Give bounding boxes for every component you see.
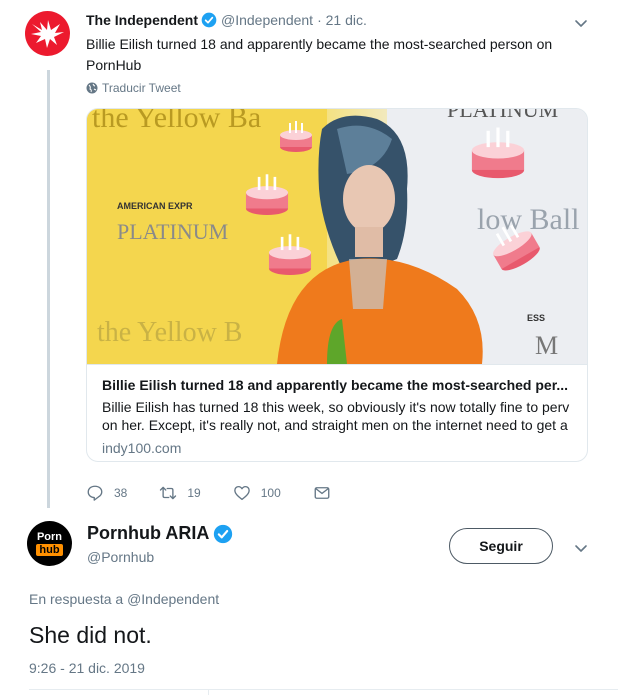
retweet-count: 19 [187,486,201,500]
card-title: Billie Eilish turned 18 and apparently b… [102,377,569,393]
bg-text: ESS [527,313,545,323]
card-description: Billie Eilish has turned 18 this week, s… [102,399,570,433]
avatar-text-top: Porn [36,531,63,543]
chevron-down-icon[interactable] [573,15,589,31]
thread-connector-line [47,70,50,508]
tweet1-text: Billie Eilish turned 18 and apparently b… [86,36,553,73]
mail-icon [314,487,330,499]
like-count: 100 [260,486,281,500]
direct-message-action[interactable] [313,484,331,502]
reply-action[interactable]: 38 [86,484,127,502]
tweet1-author-name[interactable]: The Independent [86,12,198,28]
cake-emoji-icon [268,234,312,276]
verified-badge-icon [201,12,217,28]
tweet1-header: The Independent @Independent · 21 dic. [86,12,367,28]
bg-text: AMERICAN EXPR [117,201,193,211]
heart-icon [233,485,250,501]
chevron-down-icon[interactable] [573,540,589,556]
reply-prefix: En respuesta a [29,591,128,607]
tweet1-handle[interactable]: @Independent [221,12,313,28]
divider [208,689,209,695]
like-action[interactable]: 100 [233,484,281,502]
reply-icon [87,485,103,501]
reply-mention-link[interactable]: @Independent [127,591,219,607]
retweet-icon [160,486,177,500]
link-preview-card[interactable]: the Yellow Ba AMERICAN EXPR PLATINUM the… [86,108,588,462]
globe-icon [86,82,98,94]
reply-count: 38 [114,486,128,500]
cake-emoji-icon [245,174,289,216]
eagle-logo-icon [30,19,64,48]
bg-text: PLATINUM [117,219,228,244]
card-domain: indy100.com [102,440,182,456]
tweet2-text: She did not. [29,622,152,648]
bg-text: the Yellow B [97,317,242,348]
bg-text: the Yellow Ba [92,109,261,134]
translate-label: Traducir Tweet [102,81,181,95]
tweet2-handle[interactable]: @Pornhub [87,549,154,565]
reply-context: En respuesta a @Independent [29,591,219,607]
divider [29,689,618,690]
follow-button[interactable]: Seguir [449,528,553,564]
pornhub-avatar[interactable]: Porn hub [27,521,72,566]
card-image: the Yellow Ba AMERICAN EXPR PLATINUM the… [87,109,587,364]
verified-badge-icon [213,524,233,544]
cake-emoji-icon [471,127,525,179]
avatar-text-bottom: hub [36,544,63,556]
cake-emoji-icon [280,121,312,152]
tweet1-actions: 38 19 100 [86,484,363,502]
retweet-action[interactable]: 19 [159,484,201,502]
independent-avatar[interactable] [25,11,70,56]
card-body: Billie Eilish turned 18 and apparently b… [87,364,587,461]
bg-text: M [535,331,558,360]
tweet2-timestamp[interactable]: 9:26 - 21 dic. 2019 [29,660,145,676]
tweet2-author-name[interactable]: Pornhub ARIA [87,523,209,544]
tweet2-name-row: Pornhub ARIA [87,523,233,544]
translate-tweet-link[interactable]: Traducir Tweet [86,81,181,95]
tweet1-date[interactable]: · 21 dic. [317,12,367,28]
